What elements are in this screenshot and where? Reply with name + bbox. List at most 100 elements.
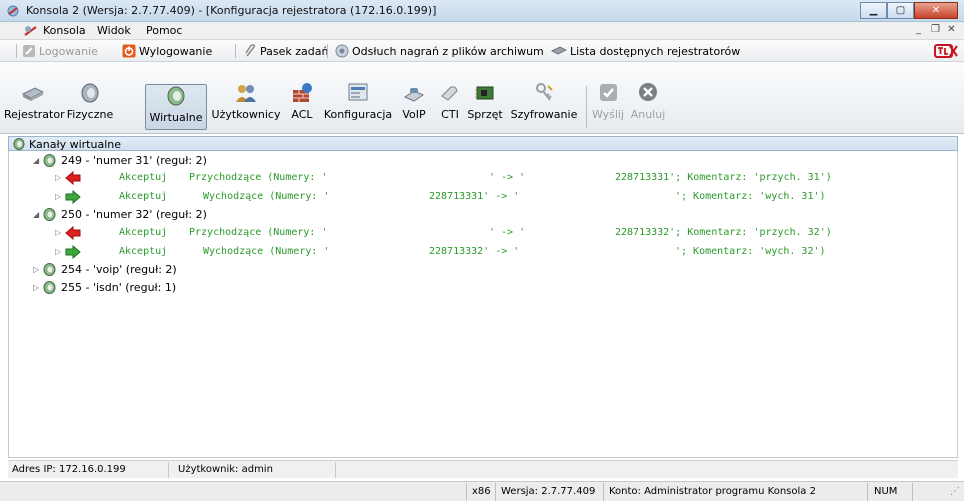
hardware-icon [475, 86, 494, 100]
mdi-close-button[interactable]: ✕ [944, 24, 959, 38]
menu-bar: Konsola Widok Pomoc _ ❐ ✕ [0, 22, 964, 40]
inner-status-bar: Adres IP: 172.16.0.199 Użytkownik: admin [8, 460, 958, 478]
status-divider [603, 483, 604, 501]
mdi-restore-button[interactable]: ❐ [928, 24, 943, 38]
toolbar-separator [327, 44, 328, 58]
tree-node-255[interactable]: ▷ 255 - 'isdn' (reguł: 1) [9, 280, 309, 296]
top-toolbar: Logowanie Wylogowanie Pasek zadań Odsłuc… [0, 40, 964, 62]
taskbar-button[interactable]: Pasek zadań [243, 43, 328, 59]
recorders-list-button[interactable]: Lista dostępnych rejestratorów [551, 43, 740, 59]
rule-row[interactable]: ▷ Akceptuj Wychodzące (Numery: ' 2287133… [9, 244, 957, 260]
status-divider [495, 483, 496, 501]
rule-row[interactable]: ▷ Akceptuj Wychodzące (Numery: ' 2287133… [9, 189, 957, 205]
status-account: Konto: Administrator programu Konsola 2 [609, 486, 816, 497]
status-num: NUM [874, 486, 898, 497]
tab-wirtualne[interactable]: Wirtualne [145, 84, 207, 130]
config-icon [348, 83, 368, 101]
checkmark-icon [600, 84, 617, 101]
channel-icon [81, 83, 99, 103]
virtual-channel-icon [43, 208, 56, 221]
tree-node-label: 254 - 'voip' (reguł: 2) [61, 263, 177, 276]
toolbar-separator [586, 86, 587, 128]
menu-konsola[interactable]: Konsola [43, 24, 86, 37]
speaker-icon [335, 44, 349, 58]
tree-node-label: 255 - 'isdn' (reguł: 1) [61, 281, 177, 294]
tab-szyfrowanie[interactable]: Szyfrowanie [508, 82, 580, 132]
close-button[interactable]: ✕ [914, 2, 958, 19]
rule-row[interactable]: ▷ Akceptuj Przychodzące (Numery: ' ' -> … [9, 170, 957, 186]
collapse-icon[interactable]: ◢ [33, 157, 41, 165]
status-ip: Adres IP: 172.16.0.199 [12, 464, 126, 475]
tab-fizyczne[interactable]: Fizyczne [66, 82, 114, 132]
virtual-channel-icon [43, 281, 56, 294]
status-arch: x86 [472, 486, 491, 497]
recorder-icon [551, 46, 567, 55]
status-version: Wersja: 2.7.77.409 [501, 486, 596, 497]
menu-widok[interactable]: Widok [97, 24, 131, 37]
status-user: Użytkownik: admin [178, 464, 273, 475]
collapse-icon[interactable]: ◢ [33, 211, 41, 219]
outgoing-arrow-icon [65, 245, 81, 259]
mdi-child-icon [24, 26, 37, 36]
tab-konfiguracja[interactable]: Konfiguracja [323, 82, 393, 132]
status-divider [867, 483, 868, 501]
outer-status-bar: x86 Wersja: 2.7.77.409 Konto: Administra… [0, 481, 964, 501]
incoming-arrow-icon [65, 226, 81, 240]
tree-node-label: 249 - 'numer 31' (reguł: 2) [61, 154, 207, 167]
firewall-icon [293, 83, 312, 102]
cancel-button[interactable]: Anuluj [630, 82, 666, 132]
mdi-minimize-button[interactable]: _ [911, 24, 926, 38]
incoming-arrow-icon [65, 171, 81, 185]
cancel-icon [639, 83, 657, 101]
virtual-channel-icon [43, 154, 56, 167]
expand-icon[interactable]: ▷ [55, 193, 61, 201]
cti-icon [441, 86, 458, 101]
archive-listen-button[interactable]: Odsłuch nagrań z plików archiwum [335, 43, 544, 59]
tab-acl[interactable]: ACL [287, 82, 317, 132]
users-icon [236, 85, 256, 102]
status-divider [335, 462, 336, 478]
status-divider [912, 483, 913, 501]
app-icon [7, 5, 19, 17]
tab-uzytkownicy[interactable]: Użytkownicy [211, 82, 281, 132]
power-icon [122, 44, 136, 58]
logout-button[interactable]: Wylogowanie [122, 43, 212, 59]
tree-node-label: 250 - 'numer 32' (reguł: 2) [61, 208, 207, 221]
minimize-button[interactable]: ▁ [860, 2, 887, 19]
rule-row[interactable]: ▷ Akceptuj Przychodzące (Numery: ' ' -> … [9, 225, 957, 241]
tree-header-label: Kanały wirtualne [29, 138, 122, 151]
expand-icon[interactable]: ▷ [55, 229, 61, 237]
tab-sprzet[interactable]: Sprzęt [467, 82, 503, 132]
toolbar-separator [235, 44, 236, 58]
send-button[interactable]: Wyślij [591, 82, 625, 132]
resize-grip-icon[interactable]: ⋰ [950, 486, 960, 497]
expand-icon[interactable]: ▷ [55, 174, 61, 182]
tab-cti[interactable]: CTI [437, 82, 463, 132]
login-button[interactable]: Logowanie [22, 43, 98, 59]
virtual-channel-icon [13, 138, 25, 150]
expand-icon[interactable]: ▷ [55, 248, 61, 256]
window-controls: ▁ ▢ ✕ [860, 2, 958, 19]
virtual-channel-icon [43, 263, 56, 276]
tab-voip[interactable]: VoIP [399, 82, 429, 132]
tree-node-250[interactable]: ◢ 250 - 'numer 32' (reguł: 2) [9, 207, 309, 223]
tree-node-254[interactable]: ▷ 254 - 'voip' (reguł: 2) [9, 262, 309, 278]
brand-logo [934, 44, 958, 58]
maximize-button[interactable]: ▢ [887, 2, 914, 19]
tab-rejestrator[interactable]: Rejestrator [4, 82, 65, 132]
login-icon [23, 45, 35, 57]
recorder-icon [21, 87, 45, 101]
virtual-channel-icon [167, 86, 185, 106]
menu-pomoc[interactable]: Pomoc [146, 24, 182, 37]
key-icon [536, 83, 553, 101]
status-divider [168, 462, 169, 478]
tree-header: Kanały wirtualne [8, 136, 958, 151]
phone-icon [403, 88, 425, 102]
tree-node-249[interactable]: ◢ 249 - 'numer 31' (reguł: 2) [9, 153, 309, 169]
expand-icon[interactable]: ▷ [33, 266, 41, 274]
toolbar-grip [16, 44, 17, 58]
title-bar: Konsola 2 (Wersja: 2.7.77.409) - [Konfig… [0, 0, 964, 22]
section-toolbar: Rejestrator Fizyczne Wirtualne Użytkowni… [0, 62, 964, 134]
paperclip-icon [245, 44, 256, 57]
expand-icon[interactable]: ▷ [33, 284, 41, 292]
